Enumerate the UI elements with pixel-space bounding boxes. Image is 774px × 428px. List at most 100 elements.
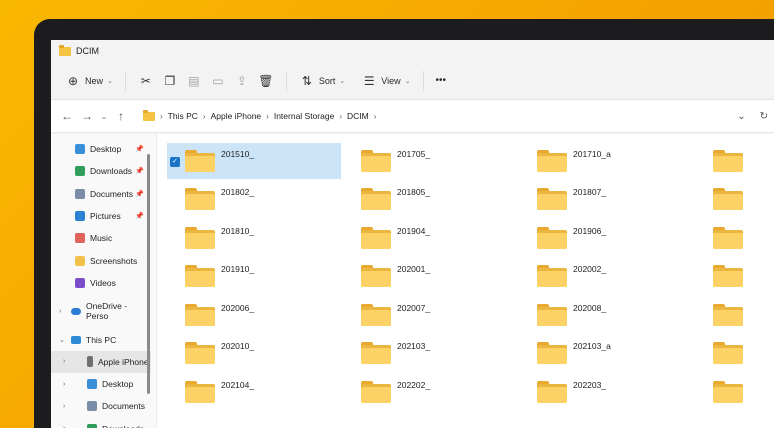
folder-item[interactable]: 202008_ — [519, 297, 693, 333]
toolbar-divider — [422, 70, 424, 91]
breadcrumb-apple-iphone[interactable]: Apple iPhone — [211, 111, 262, 121]
sidebar-item-downloads[interactable]: Downloads 📌 — [51, 160, 151, 182]
share-button[interactable]: ⇪ — [230, 69, 254, 93]
folder-item[interactable] — [695, 181, 774, 217]
folder-icon — [713, 381, 743, 403]
window-title: DCIM — [76, 46, 99, 56]
trash-icon: 🗑 — [258, 73, 274, 88]
folder-item[interactable]: 202002_ — [519, 258, 693, 294]
rename-icon: ▭ — [212, 73, 224, 88]
folder-icon — [361, 227, 391, 249]
chevron-right-icon: › — [63, 380, 66, 388]
sidebar-item-downloads[interactable]: ›Downloads — [51, 418, 151, 428]
forward-arrow-icon[interactable]: → — [77, 109, 97, 123]
copy-button[interactable]: ❐ — [158, 69, 182, 93]
sidebar-item-music[interactable]: Music — [51, 227, 151, 249]
videos-icon — [75, 277, 85, 288]
view-button[interactable]: ☰ View ⌄ — [357, 69, 414, 93]
folder-item[interactable]: 201805_ — [343, 181, 517, 217]
clipboard-icon: ▤ — [188, 73, 200, 88]
folder-item[interactable]: 201810_ — [167, 220, 341, 256]
folder-item[interactable]: 202103_ — [343, 335, 517, 371]
folder-item[interactable] — [695, 258, 774, 294]
paste-button[interactable]: ▤ — [182, 69, 206, 93]
folder-icon — [713, 150, 743, 172]
breadcrumb-this-pc[interactable]: This PC — [168, 111, 198, 121]
folder-item[interactable]: 202007_ — [343, 297, 517, 333]
sidebar-item-onedrive[interactable]: › OneDrive - Perso — [51, 300, 151, 322]
refresh-icon[interactable]: ↻ — [760, 111, 768, 122]
new-button[interactable]: ⊕ New ⌄ — [61, 69, 117, 93]
documents-icon — [87, 401, 97, 412]
back-arrow-icon[interactable]: ← — [57, 109, 77, 123]
sidebar-item-label: Screenshots — [90, 255, 138, 266]
sidebar-item-label: Downloads — [90, 166, 133, 177]
plus-circle-icon: ⊕ — [67, 73, 79, 88]
folder-item[interactable] — [695, 374, 774, 410]
folder-item[interactable]: 201710_a — [519, 143, 693, 179]
folder-icon — [713, 227, 743, 249]
folder-item[interactable]: 201910_ — [167, 258, 341, 294]
folder-item[interactable]: 201705_ — [343, 143, 517, 179]
breadcrumb-separator-icon: › — [202, 111, 206, 121]
pin-icon: 📌 — [135, 213, 144, 221]
cut-button[interactable]: ✂ — [134, 69, 158, 93]
sidebar-scrollbar[interactable] — [147, 154, 150, 394]
navigation-pane: Desktop 📌 Downloads 📌 Documents 📌 Pictures 📌 Mus… — [51, 134, 151, 428]
sort-button[interactable]: ⇅ Sort ⌄ — [295, 69, 349, 93]
command-bar: ⊕ New ⌄ ✂ ❐ ▤ ▭ ⇪ 🗑 ⇅ Sort ⌄ ☰ View ⌄ ••… — [51, 62, 774, 100]
sidebar-item-documents[interactable]: Documents 📌 — [51, 183, 151, 205]
folder-name: 201705_ — [397, 149, 431, 159]
more-options-button[interactable]: ••• — [432, 69, 451, 93]
folder-item[interactable]: 201904_ — [343, 220, 517, 256]
chevron-right-icon: › — [63, 358, 66, 366]
folder-item[interactable]: 202103_a — [519, 335, 693, 371]
folder-item[interactable]: 201906_ — [519, 220, 693, 256]
rename-button[interactable]: ▭ — [206, 69, 230, 93]
folder-icon — [185, 150, 215, 172]
up-arrow-icon[interactable]: ↑ — [111, 109, 131, 123]
breadcrumb-internal-storage[interactable]: Internal Storage — [274, 111, 334, 121]
folder-name: 202203_ — [573, 380, 607, 390]
breadcrumb-dcim[interactable]: DCIM — [347, 111, 369, 121]
folder-item[interactable]: 202001_ — [343, 258, 517, 294]
folder-item[interactable]: 202104_ — [167, 374, 341, 410]
sidebar-item-label: Apple iPhone — [98, 356, 149, 367]
address-bar[interactable]: › This PC › Apple iPhone › Internal Stor… — [139, 105, 774, 127]
view-label: View — [381, 75, 401, 86]
folder-item[interactable]: 201802_ — [167, 181, 341, 217]
sidebar-item-videos[interactable]: Videos — [51, 272, 151, 294]
sidebar-item-desktop[interactable]: › Desktop — [51, 373, 151, 395]
sidebar-item-desktop[interactable]: Desktop 📌 — [51, 138, 151, 160]
folder-item[interactable] — [695, 297, 774, 333]
folder-icon — [361, 188, 391, 210]
breadcrumb-separator-icon: › — [266, 111, 269, 121]
sidebar-item-documents[interactable]: › Documents — [51, 395, 151, 417]
sidebar-item-this-pc[interactable]: ⌄ This PC — [51, 328, 151, 350]
folder-icon — [713, 265, 743, 287]
folder-item[interactable]: 202006_ — [167, 297, 341, 333]
folder-item[interactable]: 202202_ — [343, 374, 517, 410]
sidebar-item-pictures[interactable]: Pictures 📌 — [51, 205, 151, 227]
delete-button[interactable]: 🗑 — [254, 69, 278, 93]
folder-item[interactable]: 201807_ — [519, 181, 693, 217]
sidebar-item-screenshots[interactable]: Screenshots — [51, 249, 151, 271]
folder-item[interactable]: ✓ 201510_ — [167, 143, 341, 179]
folder-item[interactable]: 202203_ — [519, 374, 693, 410]
file-explorer-window: DCIM ⊕ New ⌄ ✂ ❐ ▤ ▭ ⇪ 🗑 ⇅ Sort ⌄ ☰ View… — [51, 40, 774, 428]
folder-item[interactable] — [695, 220, 774, 256]
selection-checkbox-icon[interactable]: ✓ — [170, 157, 180, 167]
folder-icon — [361, 150, 391, 172]
address-dropdown-chevron-icon[interactable]: ⌄ — [737, 111, 745, 122]
sidebar-item-label: OneDrive - Perso — [86, 301, 128, 322]
folder-item[interactable] — [695, 143, 774, 179]
more-icon: ••• — [435, 75, 447, 86]
sidebar-item-apple-iphone[interactable]: › Apple iPhone — [51, 350, 151, 373]
folder-name: 201810_ — [221, 226, 255, 236]
folder-item[interactable]: 202010_ — [167, 335, 341, 371]
folder-item[interactable] — [695, 335, 774, 371]
recent-locations-chevron-icon[interactable]: ⌄ — [97, 112, 111, 121]
folder-icon — [59, 44, 71, 56]
folder-icon — [143, 109, 155, 121]
file-grid: ✓ 201510_ 201705_ 201710_a 201802_ 201805_ 201… — [157, 134, 774, 428]
